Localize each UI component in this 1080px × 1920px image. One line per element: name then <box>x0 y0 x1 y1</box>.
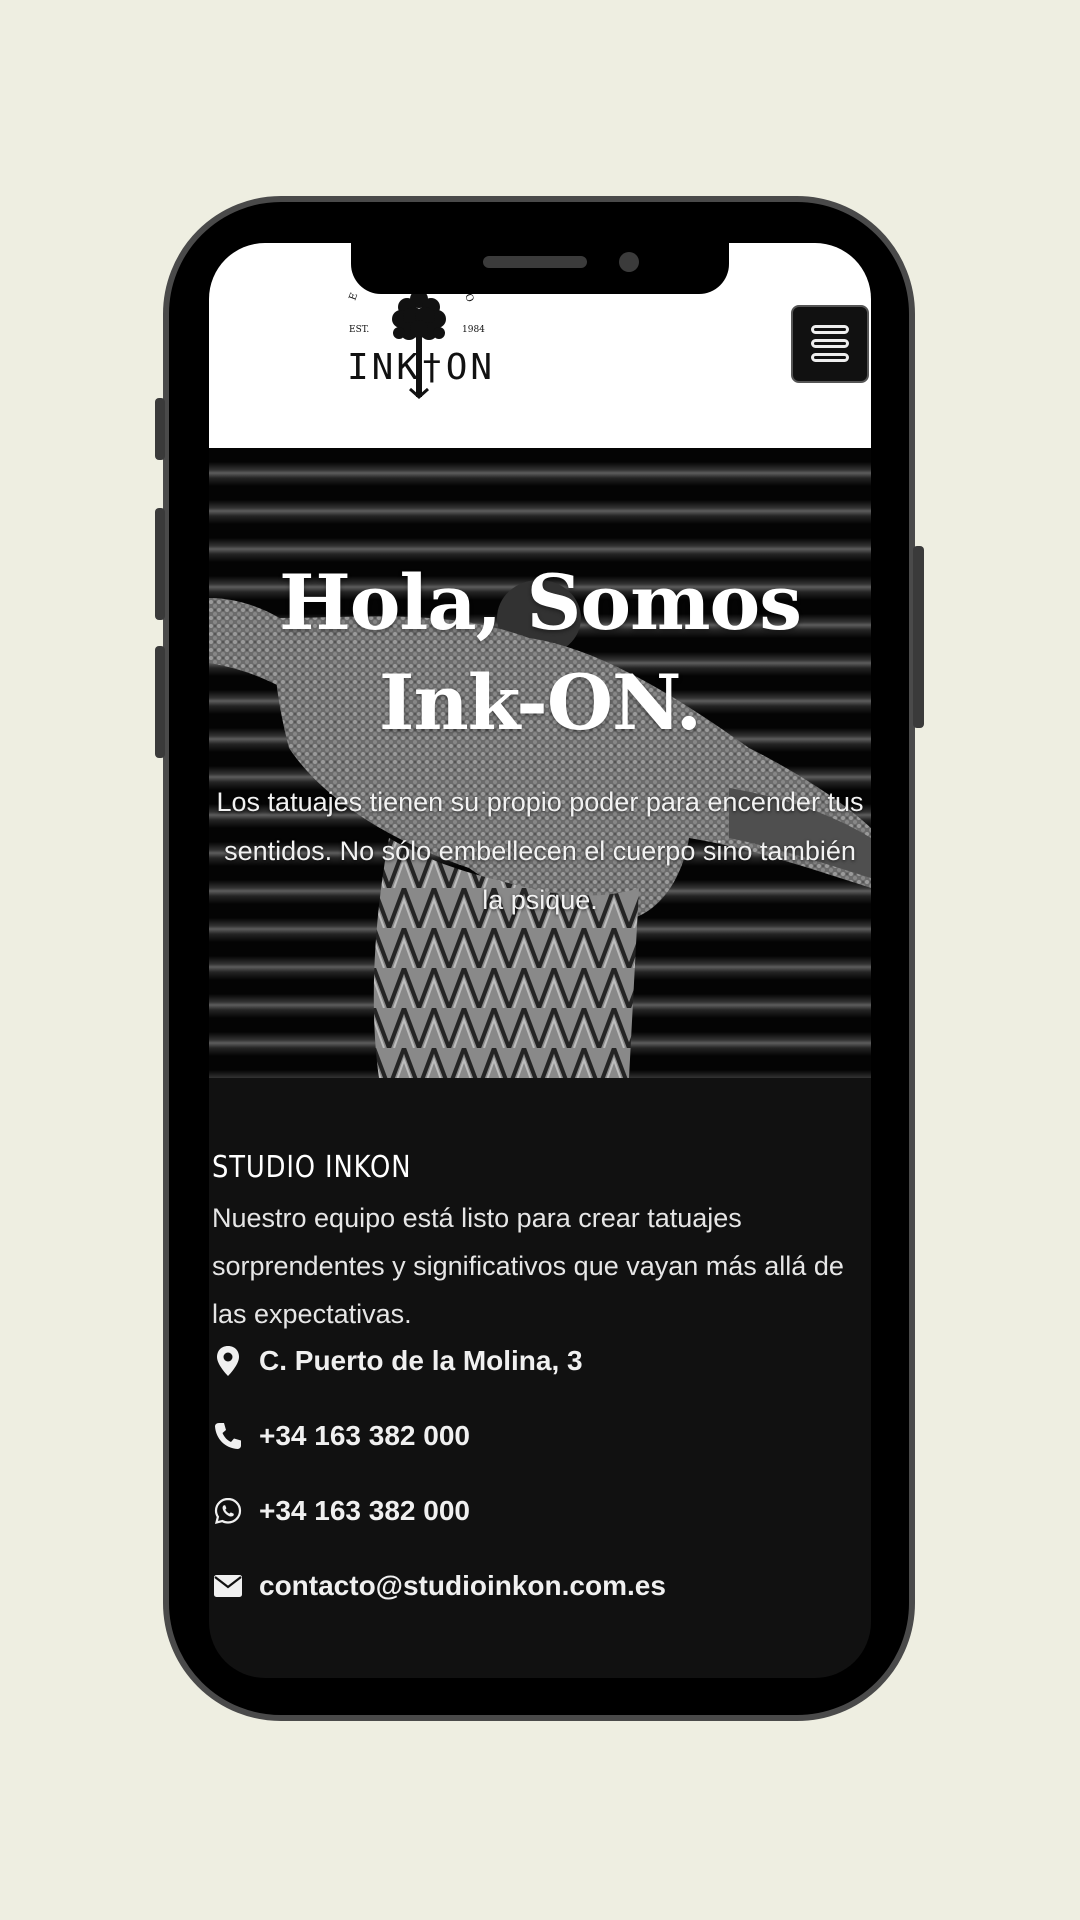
volume-down-button <box>155 646 165 758</box>
hero-title: Hola, Somos Ink-ON. <box>209 553 871 753</box>
mute-switch <box>155 398 165 460</box>
logo-est-label: EST. <box>349 325 370 335</box>
inkon-logo[interactable]: E O EST. 1984 INK†ON <box>347 289 496 400</box>
hamburger-menu-button[interactable] <box>791 305 869 383</box>
logo-wordmark: INK†ON <box>347 347 496 388</box>
whatsapp-text: +34 163 382 000 <box>259 1495 470 1526</box>
phone-notch <box>351 228 729 294</box>
mockup-stage: E O EST. 1984 INK†ON Hola, Somos Ink-ON.… <box>0 0 1080 1920</box>
hero-description: Los tatuajes tienen su propio poder para… <box>216 787 864 915</box>
power-button <box>913 546 924 728</box>
address-text: C. Puerto de la Molina, 3 <box>259 1345 583 1376</box>
hero-background-image <box>209 448 871 1078</box>
phone-icon <box>212 1420 244 1452</box>
email-text: contacto@studioinkon.com.es <box>259 1570 666 1601</box>
hero-section: Hola, Somos Ink-ON. Los tatuajes tienen … <box>209 448 871 1078</box>
phone-screen: E O EST. 1984 INK†ON Hola, Somos Ink-ON.… <box>209 243 871 1678</box>
phone-text: +34 163 382 000 <box>259 1420 470 1451</box>
contact-address[interactable]: C. Puerto de la Molina, 3 <box>212 1341 583 1381</box>
studio-title: STUDIO INKON <box>212 1150 412 1185</box>
front-camera <box>619 252 639 272</box>
hero-title-line-1: Hola, Somos <box>278 558 802 647</box>
volume-up-button <box>155 508 165 620</box>
logo-year-label: 1984 <box>462 325 485 335</box>
studio-description: Nuestro equipo está listo para crear tat… <box>212 1203 844 1329</box>
contact-whatsapp[interactable]: +34 163 382 000 <box>212 1491 470 1531</box>
speaker-grille <box>483 256 587 268</box>
map-pin-icon <box>212 1345 244 1377</box>
studio-info: STUDIO INKON Nuestro equipo está listo p… <box>212 1148 862 1338</box>
whatsapp-icon <box>212 1495 244 1527</box>
contact-phone[interactable]: +34 163 382 000 <box>212 1416 470 1456</box>
contact-email[interactable]: contacto@studioinkon.com.es <box>212 1566 666 1606</box>
envelope-icon <box>212 1570 244 1602</box>
hero-title-line-2: Ink-ON. <box>378 658 702 747</box>
svg-text:E: E <box>347 291 360 302</box>
